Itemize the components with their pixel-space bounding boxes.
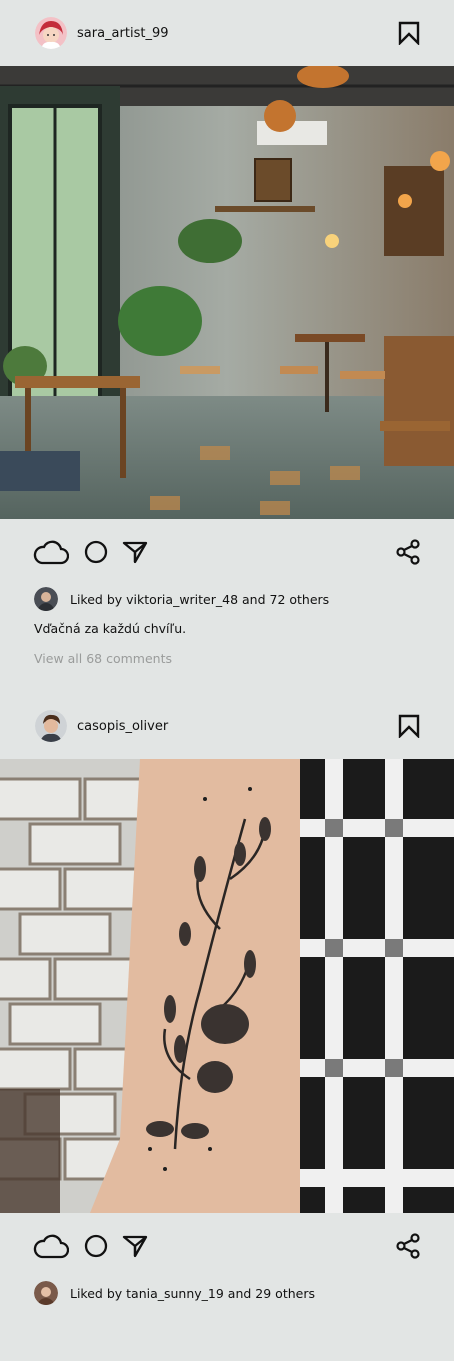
post-header: casopis_oliver: [0, 693, 454, 759]
post-image[interactable]: [0, 759, 454, 1213]
circle-icon[interactable]: [84, 540, 108, 564]
send-icon[interactable]: [122, 540, 148, 564]
liker-avatar[interactable]: [34, 587, 58, 611]
likes-count[interactable]: Liked by viktoria_writer_48 and 72 other…: [70, 592, 329, 607]
avatar[interactable]: [35, 17, 67, 49]
post-actions: [0, 1213, 454, 1279]
cloud-icon[interactable]: [33, 1233, 69, 1259]
post: casopis_oliver Liked by tania_sunny_19 a…: [0, 693, 454, 1307]
likes-count[interactable]: Liked by tania_sunny_19 and 29 others: [70, 1286, 315, 1301]
share-nodes-icon[interactable]: [396, 539, 420, 565]
likes-row: Liked by viktoria_writer_48 and 72 other…: [34, 585, 454, 613]
username[interactable]: sara_artist_99: [77, 26, 168, 41]
avatar[interactable]: [35, 710, 67, 742]
post-divider: [0, 671, 454, 693]
likes-row: Liked by tania_sunny_19 and 29 others: [34, 1279, 454, 1307]
feed: sara_artist_99 Liked by viktoria_writer_…: [0, 0, 454, 1307]
bookmark-icon[interactable]: [398, 21, 420, 46]
post-image[interactable]: [0, 66, 454, 519]
post-actions: [0, 519, 454, 585]
username[interactable]: casopis_oliver: [77, 719, 168, 734]
cloud-icon[interactable]: [33, 539, 69, 565]
circle-icon[interactable]: [84, 1234, 108, 1258]
view-comments-link[interactable]: View all 68 comments: [34, 651, 454, 671]
send-icon[interactable]: [122, 1234, 148, 1258]
liker-avatar[interactable]: [34, 1281, 58, 1305]
post-header: sara_artist_99: [0, 0, 454, 66]
share-nodes-icon[interactable]: [396, 1233, 420, 1259]
post-caption: Vďačná za každú chvíľu.: [34, 621, 187, 636]
post: sara_artist_99 Liked by viktoria_writer_…: [0, 0, 454, 671]
bookmark-icon[interactable]: [398, 714, 420, 739]
